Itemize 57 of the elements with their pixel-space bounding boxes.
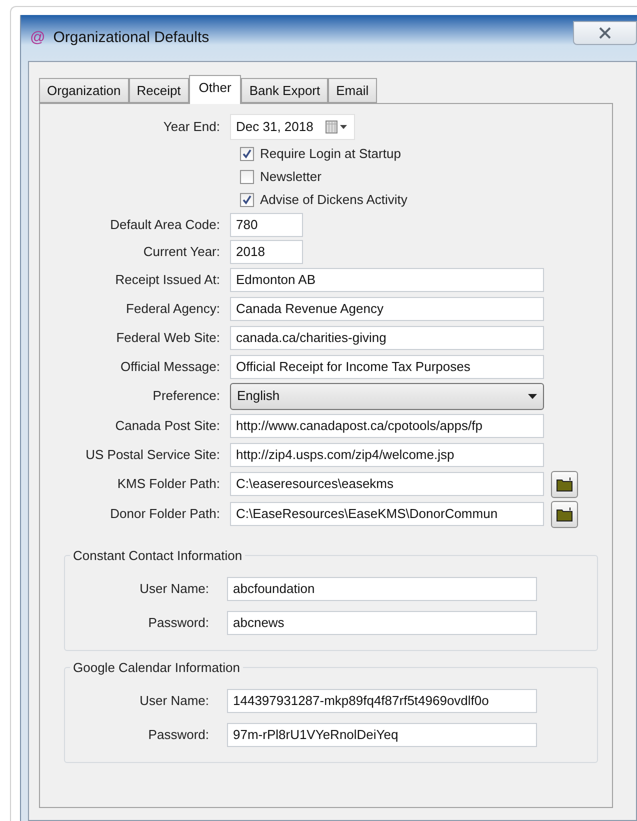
window-title: Organizational Defaults [53, 28, 210, 48]
field-label: User Name: [138, 580, 210, 598]
tab[interactable]: Organization [39, 78, 129, 103]
field-label: Password: [147, 726, 210, 744]
field-label: KMS Folder Path: [116, 475, 221, 494]
caret-icon [528, 394, 537, 398]
calendar-dropdown-icon [325, 120, 349, 134]
checkbox-label: Advise of Dickens Activity [260, 190, 408, 209]
text-field[interactable]: abcfoundation [227, 577, 537, 601]
checkbox-label: Newsletter [260, 168, 322, 186]
field-label: Receipt Issued At: [114, 270, 221, 289]
field-label: Default Area Code: [109, 216, 221, 234]
field-label: US Postal Service Site: [84, 446, 221, 464]
text-field[interactable]: Official Receipt for Income Tax Purposes [230, 354, 544, 378]
field-label: Year End: [162, 118, 221, 136]
tab[interactable]: Receipt [128, 78, 189, 103]
field-label: Federal Web Site: [115, 328, 221, 347]
text-field[interactable]: 780 [230, 212, 303, 236]
tab[interactable]: Other [188, 75, 242, 104]
field-label: Password: [147, 614, 210, 632]
date-picker[interactable]: Dec 31, 2018 [230, 114, 355, 140]
checkbox[interactable] [240, 170, 254, 184]
checkbox-label: Require Login at Startup [260, 144, 401, 163]
field-label: Canada Post Site: [114, 416, 221, 435]
field-label: Federal Agency: [125, 300, 221, 318]
checkbox[interactable] [240, 146, 254, 160]
text-field[interactable]: http://zip4.usps.com/zip4/welcome.jsp [230, 442, 544, 466]
text-field[interactable]: abcnews [227, 611, 537, 635]
folder-icon [556, 506, 573, 522]
tab[interactable]: Bank Export [241, 78, 328, 103]
field-label: Preference: [152, 387, 221, 406]
close-button[interactable] [573, 21, 637, 45]
field-label: Current Year: [142, 242, 221, 261]
text-field[interactable]: C:\EaseResources\EaseKMS\DonorCommun [230, 502, 544, 526]
field-label: Official Message: [120, 358, 221, 376]
text-field[interactable]: 144397931287-mkp89fq4f87rf5t4969ovdlf0o [227, 689, 537, 713]
folder-button[interactable] [551, 470, 578, 498]
dropdown-value: English [237, 387, 280, 406]
check-icon [242, 194, 252, 204]
field-label: Donor Folder Path: [109, 505, 221, 524]
text-field[interactable]: canada.ca/charities-giving [230, 326, 544, 350]
text-field[interactable]: C:\easeresources\easekms [230, 472, 544, 496]
text-field[interactable]: Canada Revenue Agency [230, 296, 544, 320]
app-icon: @ [30, 26, 46, 50]
tab[interactable]: Email [328, 78, 377, 103]
folder-button[interactable] [551, 500, 578, 528]
text-field[interactable]: 2018 [230, 240, 303, 264]
text-field[interactable]: Edmonton AB [230, 268, 544, 292]
text-field[interactable]: 97m-rPl8rU1VYeRnolDeiYeq [227, 723, 537, 747]
preference-dropdown[interactable]: English [230, 382, 544, 410]
text-field[interactable]: http://www.canadapost.ca/cpotools/apps/fp [230, 414, 544, 438]
field-label: User Name: [138, 692, 210, 710]
close-icon [598, 27, 612, 39]
checkbox[interactable] [240, 192, 254, 206]
folder-icon [556, 476, 573, 492]
date-value: Dec 31, 2018 [236, 118, 314, 136]
check-icon [242, 148, 252, 158]
